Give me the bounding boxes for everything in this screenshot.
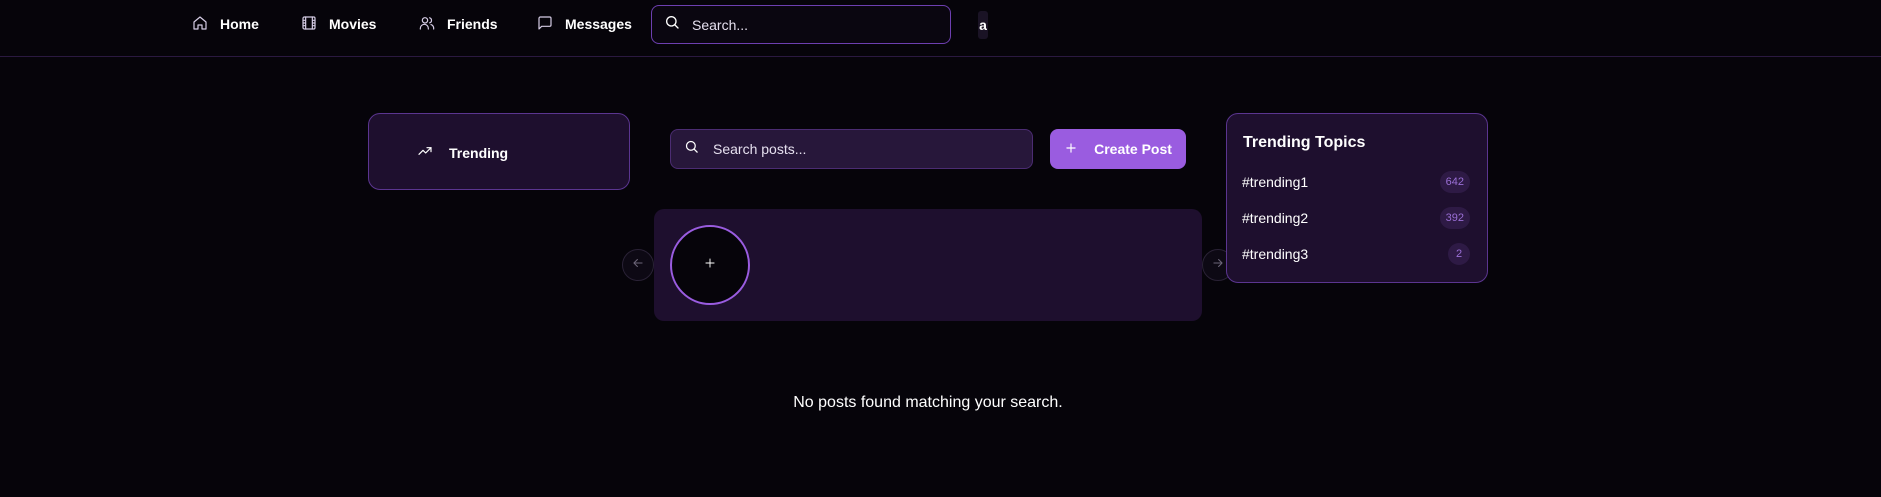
global-search-input[interactable]	[690, 15, 930, 34]
nav-item-friends[interactable]: Friends	[419, 14, 498, 34]
topic-count-badge: 642	[1439, 171, 1470, 193]
stories-strip	[654, 209, 1202, 321]
topic-tag: #trending1	[1242, 174, 1309, 190]
nav-item-home[interactable]: Home	[192, 14, 259, 34]
trending-topic-item[interactable]: #trending1 642	[1242, 170, 1470, 194]
nav-item-label: Messages	[565, 16, 632, 32]
topic-tag: #trending3	[1242, 246, 1309, 262]
topic-count-badge: 2	[1448, 243, 1470, 265]
nav-item-label: Home	[220, 16, 259, 32]
nav-item-label: Movies	[329, 16, 377, 32]
global-search-box	[651, 5, 951, 44]
arrow-left-icon	[631, 256, 645, 275]
topic-tag: #trending2	[1242, 210, 1309, 226]
app-page: Home Movies Friends Messages a	[0, 0, 1881, 497]
trending-topic-item[interactable]: #trending2 392	[1242, 206, 1470, 230]
sidebar-item-label: Trending	[449, 144, 509, 161]
message-square-icon	[537, 15, 553, 34]
trending-topics-title: Trending Topics	[1243, 134, 1366, 151]
add-story-button[interactable]	[670, 225, 750, 305]
nav-item-movies[interactable]: Movies	[301, 14, 376, 34]
avatar[interactable]: a	[978, 11, 988, 39]
users-icon	[419, 15, 435, 34]
nav-item-messages[interactable]: Messages	[537, 14, 632, 34]
plus-icon	[703, 256, 717, 275]
post-search-box	[670, 129, 1033, 169]
post-search-input[interactable]	[711, 140, 1011, 158]
sidebar-item-trending[interactable]: Trending	[417, 143, 508, 162]
trending-up-icon	[417, 143, 433, 162]
search-icon	[664, 14, 680, 35]
topic-count-badge: 392	[1439, 207, 1470, 229]
create-post-label: Create Post	[1094, 141, 1172, 157]
trending-topic-item[interactable]: #trending3 2	[1242, 242, 1470, 266]
home-icon	[192, 15, 208, 34]
top-navigation-bar: Home Movies Friends Messages a	[0, 0, 1881, 57]
sidebar-card: Trending	[368, 113, 630, 190]
create-post-button[interactable]: Create Post	[1050, 129, 1186, 169]
film-icon	[301, 15, 317, 34]
arrow-right-icon	[1211, 256, 1225, 275]
empty-posts-message: No posts found matching your search.	[793, 394, 1063, 411]
stories-prev-button[interactable]	[622, 249, 654, 281]
plus-icon	[1064, 141, 1078, 158]
nav-item-label: Friends	[447, 16, 498, 32]
search-icon	[684, 139, 699, 159]
